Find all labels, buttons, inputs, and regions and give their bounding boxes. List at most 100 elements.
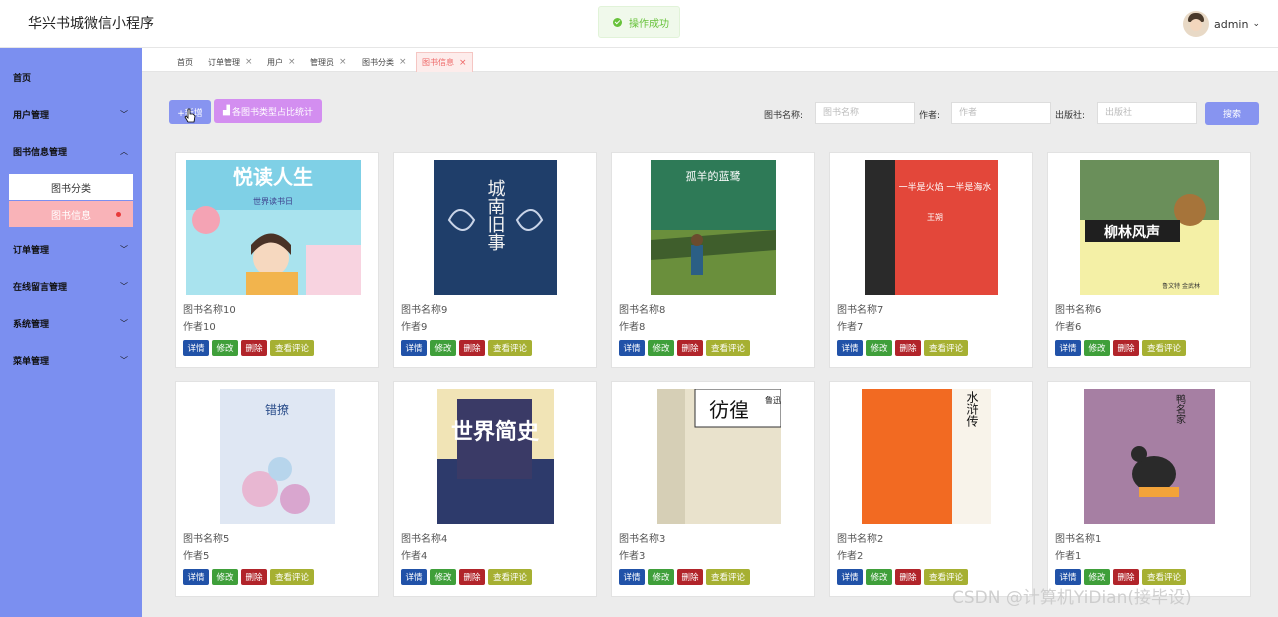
search-button[interactable]: 搜索 [1205, 102, 1259, 125]
book-cover-image[interactable]: 世界简史 [437, 389, 554, 524]
edit-button[interactable]: 修改 [866, 569, 892, 585]
tab-home[interactable]: 首页 [172, 52, 198, 72]
book-name: 图书名称5 [183, 534, 230, 545]
delete-button[interactable]: 删除 [677, 569, 703, 585]
edit-button[interactable]: 修改 [430, 340, 456, 356]
tab-admins[interactable]: 管理员 × [305, 52, 352, 72]
sidebar-subitem-book-category[interactable]: 图书分类 [9, 174, 133, 200]
book-name: 图书名称1 [1055, 534, 1102, 545]
cover-title: 鸭名家 [1174, 393, 1186, 424]
cover-title: 城南旧事 [485, 179, 506, 251]
view-comments-button[interactable]: 查看评论 [706, 569, 750, 585]
book-card: 一半是火焰 一半是海水 王朔 图书名称7 作者7 详情 修改 删除 查看评论 [829, 152, 1033, 368]
view-comments-button[interactable]: 查看评论 [924, 340, 968, 356]
detail-button[interactable]: 详情 [619, 340, 645, 356]
view-comments-button[interactable]: 查看评论 [488, 340, 532, 356]
sidebar-item-menus[interactable]: 菜单管理 ﹀ [0, 342, 142, 378]
cover-subtitle: 世界读书日 [253, 196, 293, 206]
detail-button[interactable]: 详情 [1055, 340, 1081, 356]
sidebar-item-messages[interactable]: 在线留言管理 ﹀ [0, 268, 142, 304]
close-icon[interactable]: × [339, 57, 347, 67]
user-menu[interactable]: admin ⌄ [1182, 11, 1260, 37]
card-actions: 详情 修改 删除 查看评论 [401, 569, 535, 585]
tab-label: 订单管理 [208, 57, 240, 67]
delete-button[interactable]: 删除 [459, 569, 485, 585]
view-comments-button[interactable]: 查看评论 [706, 340, 750, 356]
card-actions: 详情 修改 删除 查看评论 [837, 569, 971, 585]
detail-button[interactable]: 详情 [401, 569, 427, 585]
delete-button[interactable]: 删除 [459, 340, 485, 356]
author-input[interactable] [951, 102, 1051, 124]
top-bar: 华兴书城微信小程序 操作成功 admin ⌄ [0, 0, 1278, 48]
sidebar-item-system[interactable]: 系统管理 ﹀ [0, 305, 142, 341]
sidebar-item-book-info[interactable]: 图书信息管理 ︿ [0, 133, 142, 169]
edit-button[interactable]: 修改 [212, 569, 238, 585]
main-content: +新增 ▟ 各图书类型占比统计 图书名称: 作者: 出版社: 搜索 悦读人生 世… [142, 72, 1278, 617]
edit-button[interactable]: 修改 [648, 340, 674, 356]
delete-button[interactable]: 删除 [895, 569, 921, 585]
cover-title: 水浒传 [965, 391, 979, 427]
view-comments-button[interactable]: 查看评论 [270, 340, 314, 356]
cover-author: 鲁文特 金武林 [1162, 282, 1200, 290]
chevron-down-icon: ﹀ [120, 244, 128, 254]
view-comments-button[interactable]: 查看评论 [1142, 340, 1186, 356]
book-cover-image[interactable]: 错撩 [220, 389, 335, 524]
book-author: 作者7 [837, 322, 864, 333]
book-author: 作者3 [619, 551, 646, 562]
publisher-input[interactable] [1097, 102, 1197, 124]
detail-button[interactable]: 详情 [837, 340, 863, 356]
edit-button[interactable]: 修改 [1084, 340, 1110, 356]
sidebar-item-users[interactable]: 用户管理 ﹀ [0, 96, 142, 132]
delete-button[interactable]: 删除 [677, 340, 703, 356]
view-comments-button[interactable]: 查看评论 [488, 569, 532, 585]
book-author: 作者9 [401, 322, 428, 333]
chevron-down-icon: ﹀ [120, 281, 128, 291]
book-card: 世界简史 图书名称4 作者4 详情 修改 删除 查看评论 [393, 381, 597, 597]
tab-book-info[interactable]: 图书信息 × [416, 52, 473, 72]
close-icon[interactable]: × [245, 57, 253, 67]
close-icon[interactable]: × [459, 58, 467, 68]
book-cover-image[interactable]: 孤羊的蓝鹭 [651, 160, 776, 295]
close-icon[interactable]: × [399, 57, 407, 67]
delete-button[interactable]: 删除 [241, 569, 267, 585]
book-card: 鸭名家 图书名称1 作者1 详情 修改 删除 查看评论 [1047, 381, 1251, 597]
view-comments-button[interactable]: 查看评论 [270, 569, 314, 585]
tab-users[interactable]: 用户 × [262, 52, 301, 72]
sidebar-item-label: 系统管理 [13, 319, 50, 330]
delete-button[interactable]: 删除 [895, 340, 921, 356]
delete-button[interactable]: 删除 [241, 340, 267, 356]
book-cover-image[interactable]: 水浒传 [862, 389, 991, 524]
book-cover-image[interactable]: 悦读人生 世界读书日 [186, 160, 361, 295]
detail-button[interactable]: 详情 [401, 340, 427, 356]
detail-button[interactable]: 详情 [619, 569, 645, 585]
edit-button[interactable]: 修改 [866, 340, 892, 356]
book-cover-image[interactable]: 城南旧事 [434, 160, 557, 295]
sidebar-item-label: 图书信息管理 [13, 147, 68, 158]
sidebar-item-label: 在线留言管理 [13, 282, 68, 293]
sidebar-subitem-book-info[interactable]: 图书信息 [9, 201, 133, 227]
book-cover-image[interactable]: 鸭名家 [1084, 389, 1215, 524]
edit-button[interactable]: 修改 [212, 340, 238, 356]
delete-button[interactable]: 删除 [1113, 340, 1139, 356]
category-stats-button[interactable]: ▟ 各图书类型占比统计 [214, 99, 322, 123]
check-circle-icon [613, 17, 622, 27]
book-cover-image[interactable]: 彷徨 鲁迅 [657, 388, 782, 524]
edit-button[interactable]: 修改 [648, 569, 674, 585]
book-name-input[interactable] [815, 102, 915, 124]
detail-button[interactable]: 详情 [183, 569, 209, 585]
book-name: 图书名称6 [1055, 305, 1102, 316]
book-cover-image[interactable]: 柳林风声 鲁文特 金武林 [1080, 160, 1219, 295]
sidebar-item-home[interactable]: 首页 [0, 59, 142, 95]
tab-book-category[interactable]: 图书分类 × [357, 52, 412, 72]
book-cover-image[interactable]: 一半是火焰 一半是海水 王朔 [865, 160, 998, 295]
close-icon[interactable]: × [288, 57, 296, 67]
detail-button[interactable]: 详情 [837, 569, 863, 585]
book-name-label: 图书名称: [764, 111, 804, 121]
tab-orders[interactable]: 订单管理 × [203, 52, 258, 72]
detail-button[interactable]: 详情 [183, 340, 209, 356]
card-actions: 详情 修改 删除 查看评论 [619, 340, 753, 356]
sidebar-item-orders[interactable]: 订单管理 ﹀ [0, 231, 142, 267]
edit-button[interactable]: 修改 [430, 569, 456, 585]
sidebar-item-label: 首页 [13, 73, 32, 84]
sidebar-subitem-label: 图书分类 [51, 183, 91, 195]
